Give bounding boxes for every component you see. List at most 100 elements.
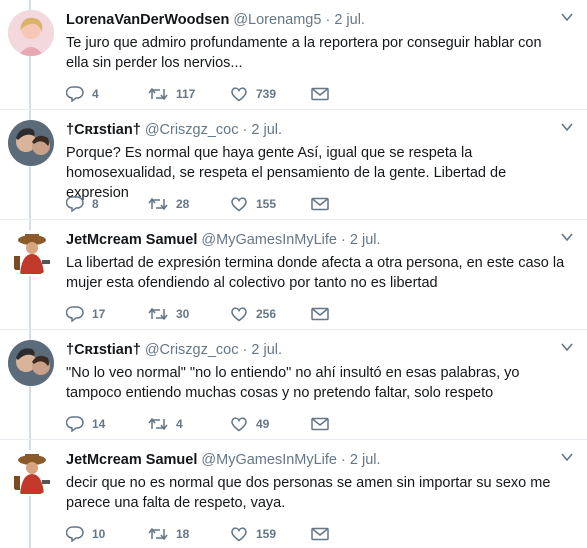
timestamp[interactable]: 2 jul.	[350, 452, 381, 468]
like-count: 155	[256, 197, 277, 211]
avatar-samuel-image	[8, 450, 54, 496]
reply-count: 14	[92, 417, 106, 431]
tweet-text: La libertad de expresión termina donde a…	[66, 255, 565, 291]
retweet-button[interactable]: 18	[148, 525, 189, 543]
chevron-down-icon[interactable]	[561, 12, 573, 22]
envelope-icon	[311, 417, 329, 431]
retweet-icon	[148, 527, 168, 541]
retweet-icon	[148, 87, 168, 101]
like-button[interactable]: 256	[230, 305, 276, 323]
envelope-icon	[311, 197, 329, 211]
timestamp[interactable]: 2 jul.	[251, 122, 282, 138]
chevron-down-icon[interactable]	[561, 232, 573, 242]
reply-button[interactable]: 17	[66, 305, 105, 323]
envelope-icon	[311, 87, 329, 101]
like-button[interactable]: 159	[230, 525, 276, 543]
tweet-text: Porque? Es normal que haya gente Así, ig…	[66, 145, 507, 201]
avatar-samuel-image	[8, 230, 54, 276]
separator-dot: ·	[341, 232, 346, 248]
timestamp[interactable]: 2 jul.	[251, 342, 282, 358]
display-name[interactable]: JetMcream Samuel	[66, 232, 197, 248]
direct-message-button[interactable]	[311, 305, 329, 323]
tweet[interactable]: LorenaVanDerWoodsen @Lorenamg5 · 2 jul. …	[0, 0, 587, 110]
heart-icon	[231, 307, 247, 322]
avatar-lorena-image	[8, 10, 54, 56]
retweet-button[interactable]: 30	[148, 305, 189, 323]
tweet-header: †Cʀɪstian† @Criszgz_coc · 2 jul.	[66, 341, 282, 359]
avatar[interactable]	[8, 120, 54, 166]
reply-count: 8	[92, 197, 99, 211]
reply-count: 10	[92, 527, 106, 541]
like-button[interactable]: 739	[230, 85, 276, 103]
user-handle[interactable]: @Lorenamg5	[233, 12, 321, 28]
envelope-icon	[311, 527, 329, 541]
tweet[interactable]: JetMcream Samuel @MyGamesInMyLife · 2 ju…	[0, 440, 587, 548]
direct-message-button[interactable]	[311, 415, 329, 433]
chevron-down-icon[interactable]	[561, 122, 573, 132]
chevron-down-icon[interactable]	[561, 342, 573, 352]
direct-message-button[interactable]	[311, 195, 329, 213]
chevron-down-icon[interactable]	[561, 452, 573, 462]
tweet-text: "No lo veo normal" "no lo entiendo" no a…	[66, 365, 520, 401]
user-handle[interactable]: @Criszgz_coc	[145, 342, 239, 358]
retweet-icon	[148, 197, 168, 211]
direct-message-button[interactable]	[311, 85, 329, 103]
reply-button[interactable]: 14	[66, 415, 105, 433]
retweet-count: 28	[176, 197, 190, 211]
reply-icon	[66, 526, 84, 542]
user-handle[interactable]: @MyGamesInMyLife	[201, 232, 337, 248]
tweet[interactable]: JetMcream Samuel @MyGamesInMyLife · 2 ju…	[0, 220, 587, 330]
avatar-cristian-image	[8, 340, 54, 386]
display-name[interactable]: LorenaVanDerWoodsen	[66, 12, 229, 28]
user-handle[interactable]: @MyGamesInMyLife	[201, 452, 337, 468]
retweet-button[interactable]: 117	[148, 85, 195, 103]
like-count: 49	[256, 417, 270, 431]
retweet-button[interactable]: 28	[148, 195, 189, 213]
reply-icon	[66, 86, 84, 102]
direct-message-button[interactable]	[311, 525, 329, 543]
retweet-icon	[148, 417, 168, 431]
like-count: 256	[256, 307, 277, 321]
like-button[interactable]: 49	[230, 415, 269, 433]
display-name[interactable]: JetMcream Samuel	[66, 452, 197, 468]
display-name[interactable]: †Cʀɪstian†	[66, 122, 141, 138]
user-handle[interactable]: @Criszgz_coc	[145, 122, 239, 138]
retweet-count: 30	[176, 307, 190, 321]
retweet-count: 117	[176, 87, 196, 101]
avatar[interactable]	[8, 450, 54, 496]
avatar-cristian-image	[8, 120, 54, 166]
envelope-icon	[311, 307, 329, 321]
tweet[interactable]: †Cʀɪstian† @Criszgz_coc · 2 jul. "No lo …	[0, 330, 587, 440]
separator-dot: ·	[325, 12, 331, 28]
heart-icon	[231, 197, 247, 212]
reply-button[interactable]: 4	[66, 85, 99, 103]
avatar[interactable]	[8, 10, 54, 56]
reply-icon	[66, 306, 84, 322]
like-button[interactable]: 155	[230, 195, 276, 213]
retweet-count: 18	[176, 527, 190, 541]
reply-button[interactable]: 8	[66, 195, 99, 213]
tweet[interactable]: †Cʀɪstian† @Criszgz_coc · 2 jul. Porque?…	[0, 110, 587, 220]
like-count: 159	[256, 527, 277, 541]
reply-count: 4	[92, 87, 99, 101]
separator-dot: ·	[341, 452, 346, 468]
reply-button[interactable]: 10	[66, 525, 105, 543]
tweet-header: JetMcream Samuel @MyGamesInMyLife · 2 ju…	[66, 231, 381, 249]
timestamp[interactable]: 2 jul.	[350, 232, 381, 248]
avatar[interactable]	[8, 340, 54, 386]
retweet-icon	[148, 307, 168, 321]
timestamp[interactable]: 2 jul.	[334, 12, 365, 28]
heart-icon	[231, 87, 247, 102]
separator-dot: ·	[242, 122, 248, 138]
reply-icon	[66, 196, 84, 212]
avatar[interactable]	[8, 230, 54, 276]
tweet-header: JetMcream Samuel @MyGamesInMyLife · 2 ju…	[66, 451, 381, 469]
heart-icon	[231, 527, 247, 542]
reply-icon	[66, 416, 84, 432]
heart-icon	[231, 417, 247, 432]
tweet-text: Te juro que admiro profundamente a la re…	[66, 35, 542, 71]
display-name[interactable]: †Cʀɪstian†	[66, 342, 141, 358]
retweet-button[interactable]: 4	[148, 415, 183, 433]
tweet-header: †Cʀɪstian† @Criszgz_coc · 2 jul.	[66, 121, 282, 139]
tweet-header: LorenaVanDerWoodsen @Lorenamg5 · 2 jul.	[66, 11, 365, 29]
